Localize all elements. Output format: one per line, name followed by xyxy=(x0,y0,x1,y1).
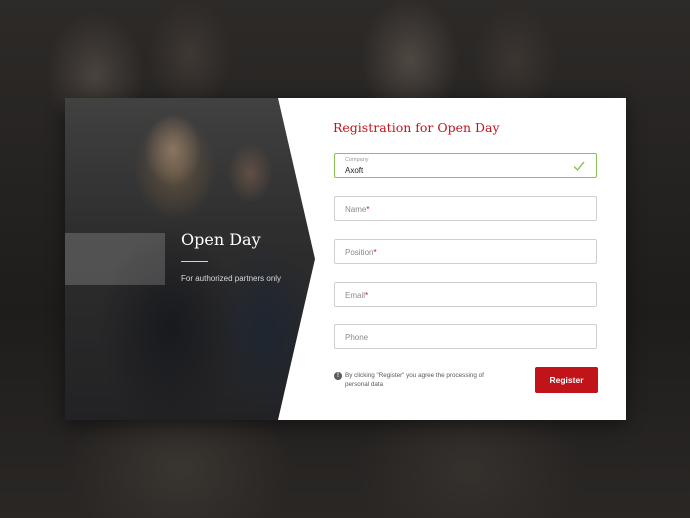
hero-subtitle: For authorized partners only xyxy=(181,274,282,283)
company-field-value: Axoft xyxy=(345,166,364,175)
required-marker: * xyxy=(366,205,370,214)
required-marker: * xyxy=(373,248,377,257)
position-field-placeholder: Position* xyxy=(345,248,377,257)
hero-title: Open Day xyxy=(181,230,261,249)
hero-photo-inset xyxy=(65,233,165,285)
position-field[interactable]: Position* xyxy=(334,239,597,264)
registration-card: Open Day For authorized partners only Re… xyxy=(65,98,626,420)
required-marker: * xyxy=(365,291,369,300)
form-title: Registration for Open Day xyxy=(333,120,500,135)
company-field[interactable]: Company Axoft xyxy=(334,153,597,178)
company-field-label: Company xyxy=(345,157,369,163)
hero-divider xyxy=(181,261,208,262)
email-field-placeholder: Email* xyxy=(345,291,369,300)
phone-field[interactable]: Phone xyxy=(334,324,597,349)
checkmark-icon xyxy=(573,161,585,172)
phone-field-placeholder: Phone xyxy=(345,333,369,342)
info-icon: ! xyxy=(334,372,342,380)
email-field[interactable]: Email* xyxy=(334,282,597,307)
register-button[interactable]: Register xyxy=(535,367,598,393)
name-field[interactable]: Name* xyxy=(334,196,597,221)
hero-photo xyxy=(65,98,315,420)
name-field-placeholder: Name* xyxy=(345,205,370,214)
consent-notice-text: By clicking "Register" you agree the pro… xyxy=(345,372,484,388)
